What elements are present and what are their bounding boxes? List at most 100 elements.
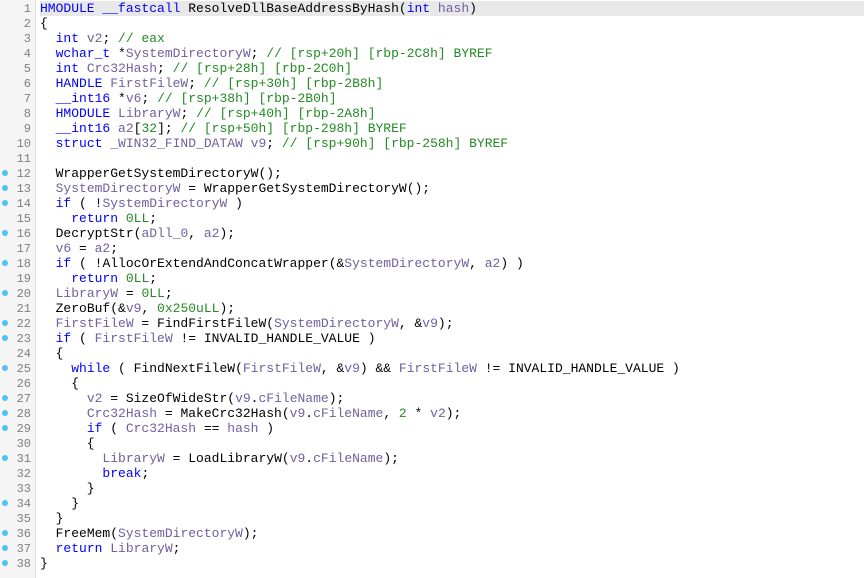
code-line[interactable]: return 0LL; bbox=[40, 271, 864, 286]
breakpoint-marker[interactable] bbox=[2, 560, 8, 566]
token-type: __int16 bbox=[56, 121, 118, 136]
gutter-line[interactable]: 22 bbox=[0, 316, 35, 331]
code-line[interactable]: HANDLE FirstFileW; // [rsp+30h] [rbp-2B8… bbox=[40, 76, 864, 91]
gutter-line[interactable]: 11 bbox=[0, 151, 35, 166]
code-line[interactable] bbox=[40, 151, 864, 166]
token-punct bbox=[40, 241, 56, 256]
code-line[interactable]: Crc32Hash = MakeCrc32Hash(v9.cFileName, … bbox=[40, 406, 864, 421]
gutter-line[interactable]: 18 bbox=[0, 256, 35, 271]
breakpoint-marker[interactable] bbox=[2, 230, 8, 236]
token-punct: ( bbox=[282, 451, 290, 466]
gutter-line[interactable]: 24 bbox=[0, 346, 35, 361]
code-line[interactable]: ZeroBuf(&v9, 0x250uLL); bbox=[40, 301, 864, 316]
code-line[interactable]: int v2; // eax bbox=[40, 31, 864, 46]
code-line[interactable]: SystemDirectoryW = WrapperGetSystemDirec… bbox=[40, 181, 864, 196]
breakpoint-marker[interactable] bbox=[2, 185, 8, 191]
code-line[interactable]: FreeMem(SystemDirectoryW); bbox=[40, 526, 864, 541]
code-line[interactable]: DecryptStr(aDll_0, a2); bbox=[40, 226, 864, 241]
code-line[interactable]: __int16 a2[32]; // [rsp+50h] [rbp-298h] … bbox=[40, 121, 864, 136]
breakpoint-marker[interactable] bbox=[2, 530, 8, 536]
code-line[interactable]: struct _WIN32_FIND_DATAW v9; // [rsp+90h… bbox=[40, 136, 864, 151]
code-line[interactable]: HMODULE LibraryW; // [rsp+40h] [rbp-2A8h… bbox=[40, 106, 864, 121]
gutter-line[interactable]: 26 bbox=[0, 376, 35, 391]
token-var: v9 bbox=[126, 301, 142, 316]
breakpoint-marker[interactable] bbox=[2, 500, 8, 506]
breakpoint-marker[interactable] bbox=[2, 425, 8, 431]
gutter-line[interactable]: 14 bbox=[0, 196, 35, 211]
gutter-line[interactable]: 8 bbox=[0, 106, 35, 121]
breakpoint-marker[interactable] bbox=[2, 170, 8, 176]
gutter-line[interactable]: 36 bbox=[0, 526, 35, 541]
breakpoint-marker[interactable] bbox=[2, 395, 8, 401]
breakpoint-marker[interactable] bbox=[2, 200, 8, 206]
code-line[interactable]: if ( Crc32Hash == hash ) bbox=[40, 421, 864, 436]
code-line[interactable]: if ( FirstFileW != INVALID_HANDLE_VALUE … bbox=[40, 331, 864, 346]
token-punct: = bbox=[102, 391, 125, 406]
gutter-line[interactable]: 19 bbox=[0, 271, 35, 286]
gutter-line[interactable]: 10 bbox=[0, 136, 35, 151]
gutter-line[interactable]: 25 bbox=[0, 361, 35, 376]
code-line[interactable]: v2 = SizeOfWideStr(v9.cFileName); bbox=[40, 391, 864, 406]
code-line[interactable]: wchar_t *SystemDirectoryW; // [rsp+20h] … bbox=[40, 46, 864, 61]
code-line[interactable]: } bbox=[40, 496, 864, 511]
code-line[interactable]: __int16 *v6; // [rsp+38h] [rbp-2B0h] bbox=[40, 91, 864, 106]
code-line[interactable]: } bbox=[40, 511, 864, 526]
code-line[interactable]: { bbox=[40, 376, 864, 391]
gutter-line[interactable]: 1 bbox=[0, 1, 35, 16]
gutter-line[interactable]: 3 bbox=[0, 31, 35, 46]
breakpoint-marker[interactable] bbox=[2, 545, 8, 551]
code-line[interactable]: { bbox=[40, 436, 864, 451]
gutter-line[interactable]: 37 bbox=[0, 541, 35, 556]
code-line[interactable]: return LibraryW; bbox=[40, 541, 864, 556]
code-line[interactable]: if ( !AllocOrExtendAndConcatWrapper(&Sys… bbox=[40, 256, 864, 271]
gutter-line[interactable]: 13 bbox=[0, 181, 35, 196]
code-line[interactable]: HMODULE __fastcall ResolveDllBaseAddress… bbox=[40, 1, 864, 16]
gutter-line[interactable]: 21 bbox=[0, 301, 35, 316]
code-line[interactable]: FirstFileW = FindFirstFileW(SystemDirect… bbox=[40, 316, 864, 331]
breakpoint-marker[interactable] bbox=[2, 335, 8, 341]
gutter-line[interactable]: 7 bbox=[0, 91, 35, 106]
gutter-line[interactable]: 29 bbox=[0, 421, 35, 436]
code-line[interactable]: while ( FindNextFileW(FirstFileW, &v9) &… bbox=[40, 361, 864, 376]
breakpoint-marker[interactable] bbox=[2, 260, 8, 266]
gutter-line[interactable]: 30 bbox=[0, 436, 35, 451]
code-line[interactable]: LibraryW = 0LL; bbox=[40, 286, 864, 301]
gutter-line[interactable]: 20 bbox=[0, 286, 35, 301]
gutter-line[interactable]: 28 bbox=[0, 406, 35, 421]
code-line[interactable]: } bbox=[40, 556, 864, 571]
gutter-line[interactable]: 12 bbox=[0, 166, 35, 181]
code-line[interactable]: { bbox=[40, 346, 864, 361]
code-line[interactable]: if ( !SystemDirectoryW ) bbox=[40, 196, 864, 211]
code-line[interactable]: WrapperGetSystemDirectoryW(); bbox=[40, 166, 864, 181]
gutter-line[interactable]: 6 bbox=[0, 76, 35, 91]
code-line[interactable]: int Crc32Hash; // [rsp+28h] [rbp-2C0h] bbox=[40, 61, 864, 76]
code-line[interactable]: v6 = a2; bbox=[40, 241, 864, 256]
gutter-line[interactable]: 32 bbox=[0, 466, 35, 481]
code-line[interactable]: return 0LL; bbox=[40, 211, 864, 226]
breakpoint-marker[interactable] bbox=[2, 410, 8, 416]
gutter-line[interactable]: 33 bbox=[0, 481, 35, 496]
gutter-line[interactable]: 15 bbox=[0, 211, 35, 226]
gutter-line[interactable]: 16 bbox=[0, 226, 35, 241]
code-editor[interactable]: HMODULE __fastcall ResolveDllBaseAddress… bbox=[36, 0, 864, 578]
gutter-line[interactable]: 9 bbox=[0, 121, 35, 136]
breakpoint-marker[interactable] bbox=[2, 290, 8, 296]
code-line[interactable]: } bbox=[40, 481, 864, 496]
gutter-line[interactable]: 34 bbox=[0, 496, 35, 511]
gutter-line[interactable]: 35 bbox=[0, 511, 35, 526]
breakpoint-marker[interactable] bbox=[2, 320, 8, 326]
breakpoint-marker[interactable] bbox=[2, 365, 8, 371]
code-line[interactable]: { bbox=[40, 16, 864, 31]
gutter-line[interactable]: 27 bbox=[0, 391, 35, 406]
gutter-line[interactable]: 38 bbox=[0, 556, 35, 571]
code-line[interactable]: break; bbox=[40, 466, 864, 481]
code-line[interactable]: LibraryW = LoadLibraryW(v9.cFileName); bbox=[40, 451, 864, 466]
gutter-line[interactable]: 5 bbox=[0, 61, 35, 76]
gutter-line[interactable]: 23 bbox=[0, 331, 35, 346]
breakpoint-marker[interactable] bbox=[2, 455, 8, 461]
gutter-line[interactable]: 17 bbox=[0, 241, 35, 256]
gutter-line[interactable]: 31 bbox=[0, 451, 35, 466]
gutter-line[interactable]: 2 bbox=[0, 16, 35, 31]
token-punct: ( ! bbox=[71, 256, 102, 271]
gutter-line[interactable]: 4 bbox=[0, 46, 35, 61]
